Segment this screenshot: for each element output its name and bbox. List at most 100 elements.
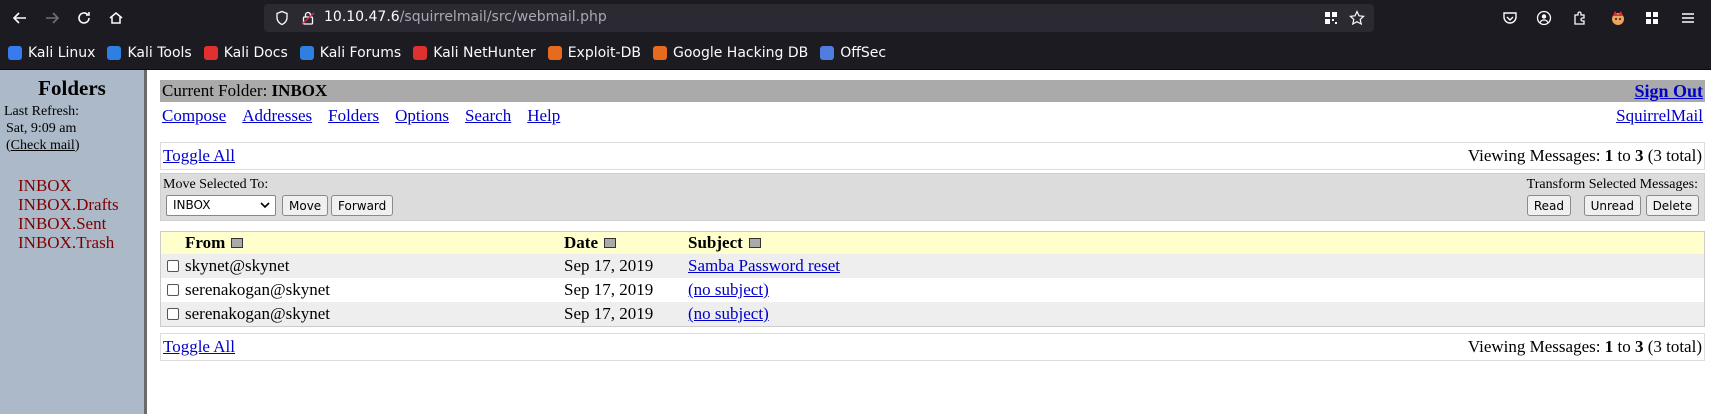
message-date: Sep 17, 2019 [564, 280, 654, 299]
extensions-icon[interactable] [1570, 8, 1590, 28]
message-from: serenakogan@skynet [185, 280, 330, 299]
apps-grid-icon[interactable] [1642, 8, 1662, 28]
kali-docs-icon [203, 45, 218, 60]
message-from: skynet@skynet [185, 256, 290, 275]
squirrelmail-page: Folders Last Refresh: Sat, 9:09 am (Chec… [0, 70, 1711, 414]
message-table: From Date Subject skynet@skynet Sep 17, … [160, 231, 1705, 327]
current-folder-text: Current Folder: INBOX [162, 81, 327, 101]
viewing-from: 1 [1604, 146, 1614, 165]
folder-link-drafts[interactable]: INBOX.Drafts [18, 195, 140, 214]
message-actions-box: Move Selected To: Transform Selected Mes… [160, 173, 1705, 221]
message-subject-link[interactable]: Samba Password reset [688, 256, 840, 276]
table-row[interactable]: serenakogan@skynet Sep 17, 2019 (no subj… [161, 302, 1704, 326]
column-from[interactable]: From [185, 233, 244, 253]
url-text: 10.10.47.6/squirrelmail/src/webmail.php [324, 9, 607, 25]
read-button[interactable]: Read [1526, 195, 1571, 216]
bookmark-label: Kali Tools [127, 44, 192, 61]
column-subject[interactable]: Subject [688, 233, 761, 253]
back-icon[interactable] [8, 6, 32, 30]
qr-code-icon[interactable] [1323, 10, 1339, 30]
reload-icon[interactable] [72, 6, 96, 30]
viewing-total: (3 total) [1643, 337, 1702, 356]
kali-nethunter-icon [413, 45, 428, 60]
delete-button[interactable]: Delete [1645, 195, 1699, 216]
move-target-value: INBOX [173, 198, 211, 212]
menu-folders[interactable]: Folders [328, 106, 379, 126]
pocket-icon[interactable] [1500, 8, 1520, 28]
squirrelmail-link[interactable]: SquirrelMail [1616, 106, 1703, 126]
url-path: /squirrelmail/src/webmail.php [399, 9, 607, 25]
toggle-all-link-top[interactable]: Toggle All [163, 146, 235, 166]
insecure-lock-icon[interactable] [300, 10, 316, 30]
folder-link-sent[interactable]: INBOX.Sent [18, 214, 140, 233]
paren-close: ) [74, 138, 80, 153]
column-date[interactable]: Date [564, 233, 616, 253]
transform-selected-label: Transform Selected Messages: [1526, 177, 1698, 192]
viewing-total: (3 total) [1643, 146, 1702, 165]
bookmark-kali-nethunter[interactable]: Kali NetHunter [413, 44, 536, 61]
menu-help[interactable]: Help [527, 106, 560, 126]
check-mail-link[interactable]: Check mail [11, 138, 75, 153]
sort-icon[interactable] [231, 238, 244, 248]
bookmark-label: Exploit-DB [567, 44, 641, 61]
column-date-label: Date [564, 233, 598, 252]
folder-link-trash[interactable]: INBOX.Trash [18, 233, 140, 252]
bookmark-label: Kali NetHunter [433, 44, 536, 61]
forward-button[interactable]: Forward [331, 195, 394, 216]
sign-out-link[interactable]: Sign Out [1634, 81, 1703, 102]
kali-forums-icon [299, 45, 314, 60]
folder-pane: Folders Last Refresh: Sat, 9:09 am (Chec… [0, 70, 147, 414]
bookmark-kali-tools[interactable]: Kali Tools [107, 44, 192, 61]
hamburger-menu-icon[interactable] [1678, 8, 1698, 28]
folders-title: Folders [38, 76, 106, 100]
toggle-all-link-bottom[interactable]: Toggle All [163, 337, 235, 357]
bookmark-offsec[interactable]: OffSec [820, 45, 886, 61]
viewing-from: 1 [1604, 337, 1614, 356]
menu-search[interactable]: Search [465, 106, 511, 126]
last-refresh-time: Sat, 9:09 am [6, 121, 77, 136]
tracking-shield-icon[interactable] [274, 10, 290, 30]
bookmark-kali-forums[interactable]: Kali Forums [299, 44, 402, 61]
sort-icon[interactable] [603, 238, 616, 248]
current-folder-label: Current Folder: [162, 81, 272, 100]
menu-addresses[interactable]: Addresses [242, 106, 312, 126]
message-checkbox[interactable] [167, 284, 179, 296]
table-row[interactable]: skynet@skynet Sep 17, 2019 Samba Passwor… [161, 254, 1704, 278]
address-bar[interactable]: 10.10.47.6/squirrelmail/src/webmail.php [264, 4, 1374, 32]
message-checkbox[interactable] [167, 260, 179, 272]
chevron-down-icon [260, 202, 270, 209]
bookmarks-toolbar: Kali Linux Kali Tools Kali Docs Kali Forums… [0, 36, 1711, 70]
move-target-select[interactable]: INBOX [166, 195, 276, 216]
message-checkbox[interactable] [167, 308, 179, 320]
unread-button[interactable]: Unread [1583, 195, 1641, 216]
bookmark-label: OffSec [840, 44, 887, 61]
forward-icon[interactable] [40, 6, 64, 30]
bookmark-kali-linux[interactable]: Kali Linux [8, 45, 95, 61]
folder-link-inbox[interactable]: INBOX [18, 176, 140, 195]
move-button[interactable]: Move [282, 195, 329, 216]
account-icon[interactable] [1534, 8, 1554, 28]
container-fox-icon[interactable] [1608, 8, 1628, 28]
bookmark-kali-docs[interactable]: Kali Docs [203, 45, 288, 61]
viewing-prefix: Viewing Messages: [1467, 146, 1605, 165]
table-row[interactable]: serenakogan@skynet Sep 17, 2019 (no subj… [161, 278, 1704, 302]
sort-icon[interactable] [748, 238, 761, 248]
message-subject-link[interactable]: (no subject) [688, 280, 769, 300]
bookmark-label: Kali Forums [319, 44, 402, 61]
viewing-messages-top: Viewing Messages: 1 to 3 (3 total) [1468, 146, 1702, 166]
list-footer-nav: Toggle All Viewing Messages: 1 to 3 (3 t… [160, 333, 1705, 361]
bookmark-star-icon[interactable] [1349, 10, 1365, 30]
viewing-to-word: to [1613, 337, 1635, 356]
column-subject-label: Subject [688, 233, 743, 252]
menu-links: Compose Addresses Folders Options Search… [162, 106, 576, 126]
menu-compose[interactable]: Compose [162, 106, 226, 126]
move-selected-label: Move Selected To: [163, 177, 269, 192]
message-subject-link[interactable]: (no subject) [688, 304, 769, 324]
main-menu: Compose Addresses Folders Options Search… [160, 102, 1705, 130]
bookmark-google-hacking-db[interactable]: Google Hacking DB [652, 45, 808, 61]
menu-options[interactable]: Options [395, 106, 449, 126]
viewing-to-word: to [1613, 146, 1635, 165]
bookmark-exploit-db[interactable]: Exploit-DB [547, 44, 641, 61]
message-date: Sep 17, 2019 [564, 256, 654, 275]
home-icon[interactable] [104, 6, 128, 30]
